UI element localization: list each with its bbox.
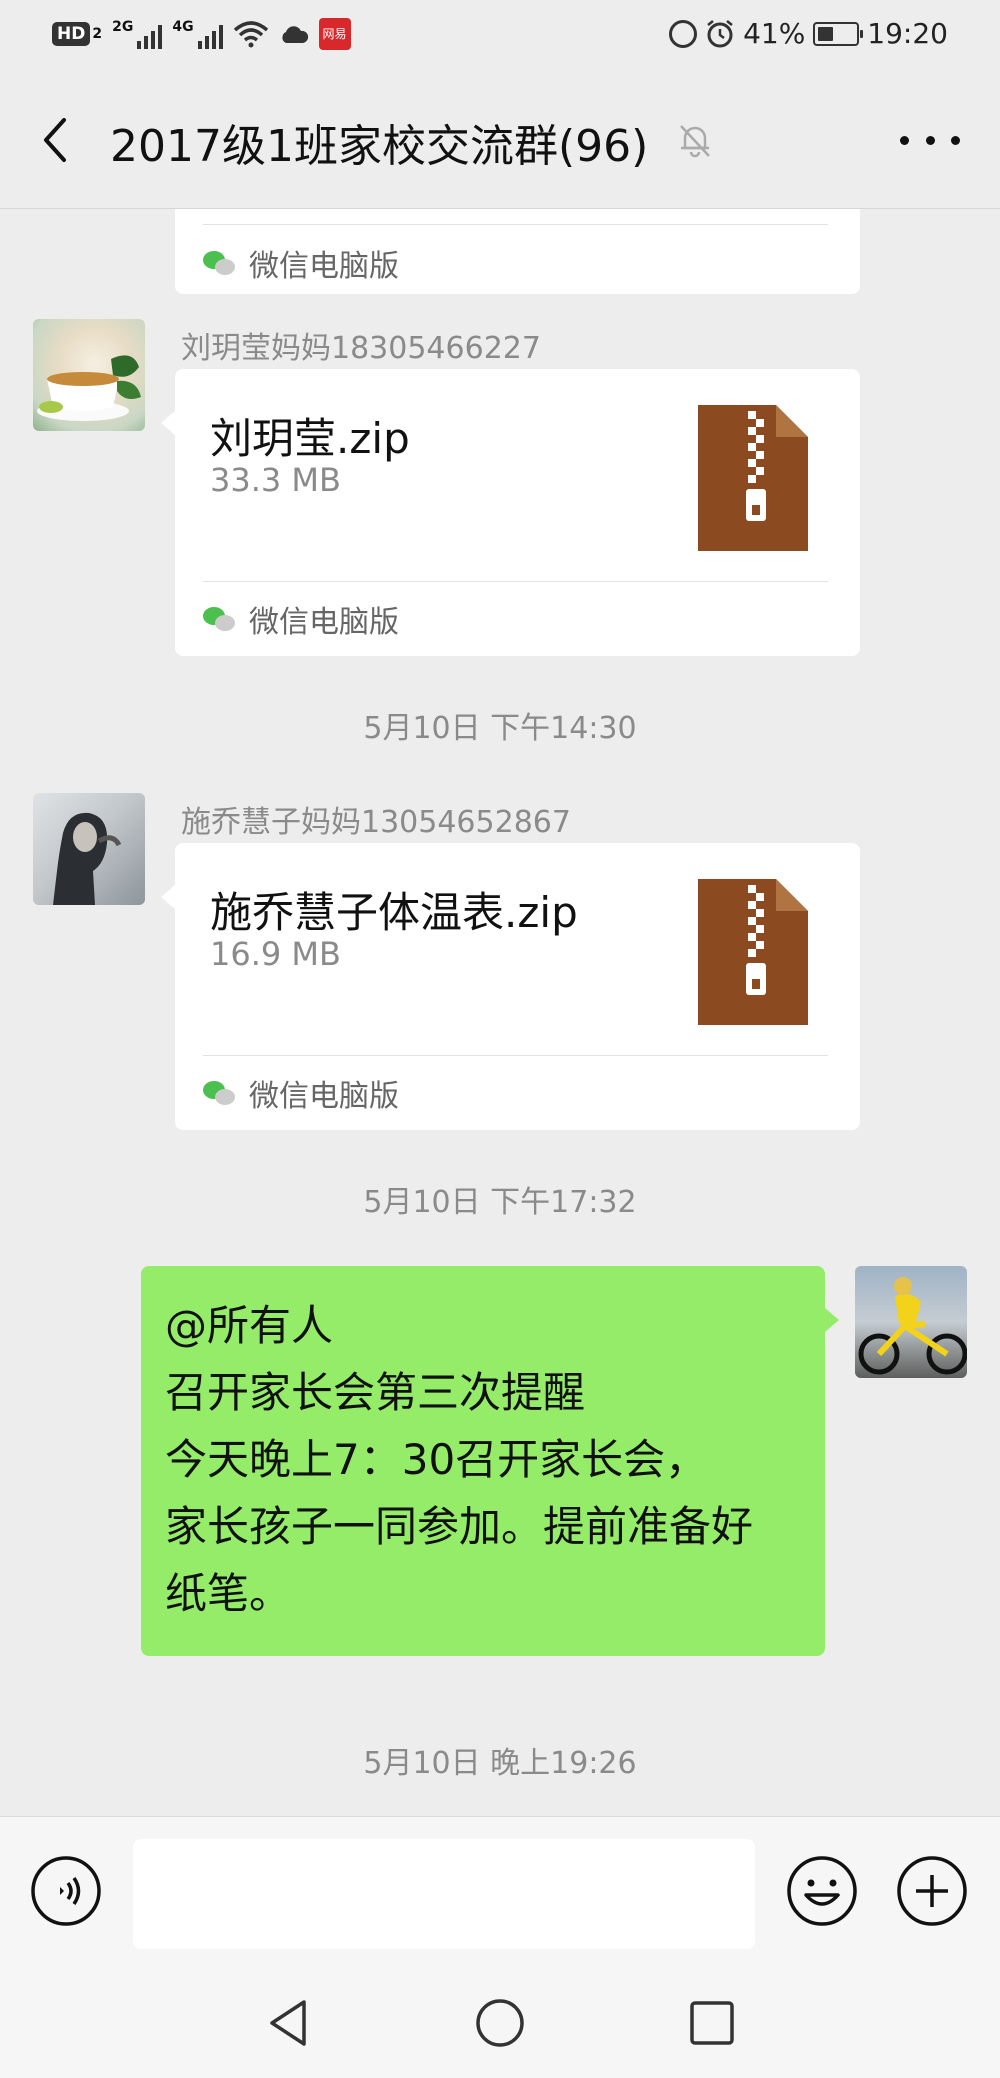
emoji-icon[interactable] <box>786 1855 858 1927</box>
girl-photo-image <box>53 812 122 905</box>
timestamp: 5月10日 下午14:30 <box>363 711 637 746</box>
file-name: 施乔慧子体温表.zip <box>210 888 578 937</box>
hd-sub: 2 <box>92 26 103 42</box>
avatar[interactable] <box>33 319 145 431</box>
chevron-left-icon[interactable] <box>30 110 90 170</box>
card-source: 微信电脑版 <box>203 1071 399 1115</box>
hd-icon: HD 2 <box>52 22 102 46</box>
vpn-icon <box>669 19 698 48</box>
file-card-partial[interactable]: 微信电脑版 <box>175 209 860 294</box>
battery-percent: 41% <box>743 17 806 50</box>
card-source: 微信电脑版 <box>203 597 399 641</box>
avatar[interactable] <box>33 793 145 905</box>
wechat-logo-icon <box>203 605 237 633</box>
card-divider <box>203 1055 828 1056</box>
status-right: 41% 19:20 <box>669 17 948 50</box>
chat-title: 2017级1班家校交流群(96) <box>110 121 649 172</box>
wechat-logo-icon <box>203 1079 237 1107</box>
sender-name: 刘玥莹妈妈18305466227 <box>181 331 541 366</box>
cyclist-photo-image <box>858 1277 967 1375</box>
input-bar <box>0 1816 1000 1959</box>
wechat-logo-icon <box>203 249 237 277</box>
card-source: 微信电脑版 <box>203 241 399 285</box>
timestamp: 5月10日 下午17:32 <box>363 1185 637 1220</box>
source-label: 微信电脑版 <box>249 1079 399 1114</box>
signal-icon: 2G <box>112 19 163 49</box>
file-size: 16.9 MB <box>210 935 341 973</box>
chat-list[interactable]: 微信电脑版 刘玥莹妈妈18305466227 刘玥莹.zip 33.3 MB 微… <box>0 209 1000 1816</box>
alarm-icon <box>707 19 733 47</box>
file-size: 33.3 MB <box>210 461 341 499</box>
teacup-image <box>37 355 141 421</box>
system-nav-bar <box>0 1958 1000 2078</box>
message-input[interactable] <box>133 1839 755 1949</box>
file-name: 刘玥莹.zip <box>210 414 410 463</box>
cloud-icon <box>281 26 308 43</box>
network-type-label: 2G <box>112 19 134 35</box>
sender-name: 施乔慧子妈妈13054652867 <box>181 805 571 840</box>
clock: 19:20 <box>867 17 948 50</box>
more-dots-icon[interactable] <box>900 120 960 160</box>
card-divider <box>203 224 828 225</box>
zip-file-icon <box>698 879 808 1025</box>
battery-icon <box>813 21 864 46</box>
bubble-tail <box>825 1308 839 1332</box>
hd-label: HD <box>52 22 91 46</box>
nav-back-icon[interactable] <box>262 1996 316 2050</box>
wifi-icon <box>233 21 268 48</box>
bell-muted-icon <box>680 125 710 158</box>
network-type-label-2: 4G <box>172 19 194 35</box>
file-card[interactable]: 刘玥莹.zip 33.3 MB 微信电脑版 <box>175 369 860 656</box>
self-text-bubble[interactable]: @所有人 召开家长会第三次提醒 今天晚上7：30召开家长会， 家长孩子一同参加。… <box>141 1266 825 1656</box>
message-line: @所有人 <box>165 1301 334 1350</box>
timestamp: 5月10日 晚上19:26 <box>363 1746 637 1781</box>
status-bar: HD 2 2G 4G 网易 41% 19:20 <box>0 0 1000 76</box>
source-label: 微信电脑版 <box>249 249 399 284</box>
message-line: 今天晚上7：30召开家长会， <box>165 1435 708 1484</box>
status-left: HD 2 2G 4G 网易 <box>52 18 351 50</box>
nav-recents-icon[interactable] <box>685 1996 739 2050</box>
signal-icon-2: 4G <box>172 19 223 49</box>
bubble-tail <box>161 885 175 909</box>
source-label: 微信电脑版 <box>249 605 399 640</box>
message-line: 召开家长会第三次提醒 <box>165 1368 586 1417</box>
plus-icon[interactable] <box>896 1855 968 1927</box>
message-line: 纸笔。 <box>165 1569 292 1618</box>
voice-input-icon[interactable] <box>30 1855 102 1927</box>
file-card[interactable]: 施乔慧子体温表.zip 16.9 MB 微信电脑版 <box>175 843 860 1130</box>
message-line: 家长孩子一同参加。提前准备好 <box>165 1502 754 1551</box>
avatar-self[interactable] <box>855 1266 967 1378</box>
chat-header: 2017级1班家校交流群(96) <box>0 76 1000 209</box>
card-divider <box>203 581 828 582</box>
app-badge: 网易 <box>318 18 351 50</box>
bubble-tail <box>161 411 175 435</box>
nav-home-icon[interactable] <box>473 1996 527 2050</box>
zip-file-icon <box>698 405 808 551</box>
